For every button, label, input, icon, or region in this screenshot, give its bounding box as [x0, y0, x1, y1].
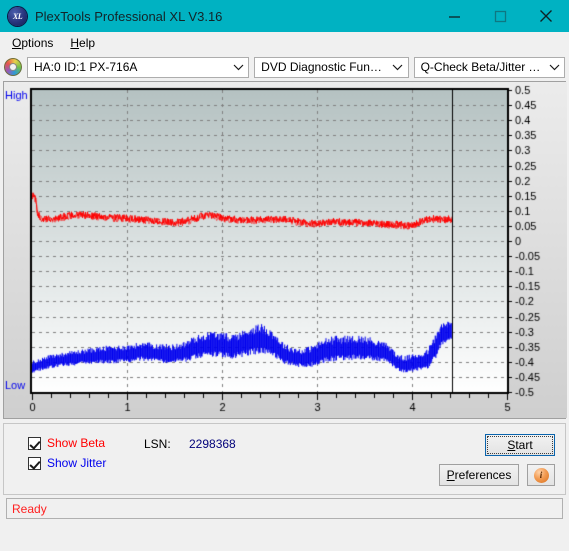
info-button[interactable]: i	[527, 464, 555, 486]
close-icon[interactable]	[523, 0, 569, 32]
title-bar: XL PlexTools Professional XL V3.16	[0, 0, 569, 32]
chevron-down-icon	[544, 64, 564, 71]
status-bar: Ready	[6, 498, 563, 519]
menu-item-options[interactable]: Options	[8, 34, 62, 52]
info-icon: i	[533, 467, 549, 483]
xl-logo-icon: XL	[8, 6, 27, 26]
menu-bar: Options Help	[0, 32, 569, 53]
optical-disc-icon	[4, 58, 22, 76]
menu-item-options-label: ptions	[21, 35, 54, 50]
graph-canvas	[4, 82, 567, 418]
preferences-button[interactable]: Preferences	[439, 464, 519, 486]
lsn-label: LSN:	[144, 437, 171, 451]
test-select-value: Q-Check Beta/Jitter Test	[420, 60, 545, 74]
start-button-label: Start	[507, 438, 533, 452]
toolbar: HA:0 ID:1 PX-716A DVD Diagnostic Functio…	[0, 53, 569, 81]
menu-item-help[interactable]: Help	[66, 34, 104, 52]
function-select-value: DVD Diagnostic Functions	[261, 60, 388, 74]
test-select[interactable]: Q-Check Beta/Jitter Test	[413, 56, 566, 78]
show-jitter-label: Show Jitter	[47, 456, 107, 470]
menu-item-help-label: elp	[79, 35, 96, 50]
show-beta-label: Show Beta	[47, 436, 106, 450]
main-body: Show Beta Show Jitter LSN: 2298368 Start…	[0, 81, 569, 551]
show-jitter-row[interactable]: Show Jitter	[28, 456, 106, 470]
controls-panel: Show Beta Show Jitter LSN: 2298368 Start…	[3, 423, 566, 495]
preferences-button-label: Preferences	[446, 468, 512, 482]
function-select[interactable]: DVD Diagnostic Functions	[254, 56, 409, 78]
minimize-icon[interactable]	[431, 0, 477, 32]
drive-select[interactable]: HA:0 ID:1 PX-716A	[27, 56, 250, 78]
window-title: PlexTools Professional XL V3.16	[35, 8, 223, 24]
show-beta-checkbox[interactable]	[28, 436, 41, 450]
status-text: Ready	[12, 501, 47, 516]
application-window: XL PlexTools Professional XL V3.16 Optio…	[0, 0, 569, 551]
window-controls	[431, 0, 569, 32]
drive-select-value: HA:0 ID:1 PX-716A	[34, 60, 138, 74]
start-button[interactable]: Start	[485, 434, 555, 456]
show-beta-row[interactable]: Show Beta	[28, 436, 105, 450]
lsn-value: 2298368	[189, 437, 236, 451]
chevron-down-icon	[228, 64, 248, 71]
maximize-icon[interactable]	[477, 0, 523, 32]
chevron-down-icon	[388, 64, 408, 71]
show-jitter-checkbox[interactable]	[28, 456, 41, 470]
beta-jitter-graph	[3, 81, 567, 419]
